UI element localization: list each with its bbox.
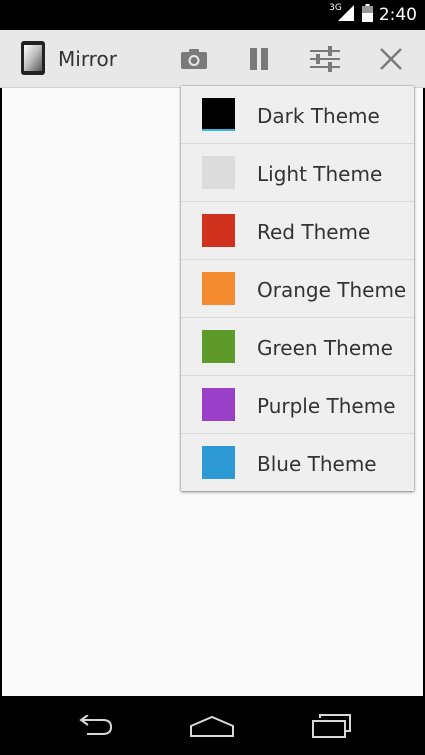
menu-item-label: Light Theme	[257, 162, 383, 186]
green-theme-swatch	[202, 330, 235, 363]
pause-icon[interactable]	[243, 43, 275, 75]
menu-item-orange-theme[interactable]: Orange Theme	[181, 260, 414, 318]
status-icons: 3G 2:40	[329, 0, 417, 30]
dark-theme-swatch	[202, 98, 235, 131]
close-icon[interactable]	[375, 43, 407, 75]
blue-theme-swatch	[202, 446, 235, 479]
battery-icon	[361, 3, 373, 27]
red-theme-swatch	[202, 214, 235, 247]
clock: 2:40	[378, 5, 417, 25]
recents-icon[interactable]	[306, 711, 356, 741]
menu-item-label: Green Theme	[257, 336, 393, 360]
menu-item-dark-theme[interactable]: Dark Theme	[181, 86, 414, 144]
screen: 3G 2:40 Mirror Dark Theme Light Theme Re…	[0, 0, 425, 755]
menu-item-label: Dark Theme	[257, 104, 380, 128]
menu-item-green-theme[interactable]: Green Theme	[181, 318, 414, 376]
sliders-icon[interactable]	[309, 43, 341, 75]
theme-menu: Dark Theme Light Theme Red Theme Orange …	[181, 86, 414, 491]
menu-item-label: Red Theme	[257, 220, 371, 244]
light-theme-swatch	[202, 156, 235, 189]
menu-item-purple-theme[interactable]: Purple Theme	[181, 376, 414, 434]
camera-icon[interactable]	[178, 43, 210, 75]
menu-item-red-theme[interactable]: Red Theme	[181, 202, 414, 260]
orange-theme-swatch	[202, 272, 235, 305]
action-bar: Mirror	[0, 30, 425, 88]
menu-item-label: Blue Theme	[257, 452, 377, 476]
menu-item-label: Purple Theme	[257, 394, 396, 418]
network-type-label: 3G	[329, 3, 342, 13]
status-bar: 3G 2:40	[0, 0, 425, 30]
purple-theme-swatch	[202, 388, 235, 421]
menu-item-light-theme[interactable]: Light Theme	[181, 144, 414, 202]
app-title: Mirror	[58, 47, 117, 71]
phone-mirror-app-icon[interactable]	[20, 40, 46, 76]
menu-item-label: Orange Theme	[257, 278, 407, 302]
navigation-bar	[0, 697, 425, 755]
home-icon[interactable]	[187, 711, 237, 741]
back-icon[interactable]	[69, 711, 119, 741]
menu-item-blue-theme[interactable]: Blue Theme	[181, 434, 414, 491]
